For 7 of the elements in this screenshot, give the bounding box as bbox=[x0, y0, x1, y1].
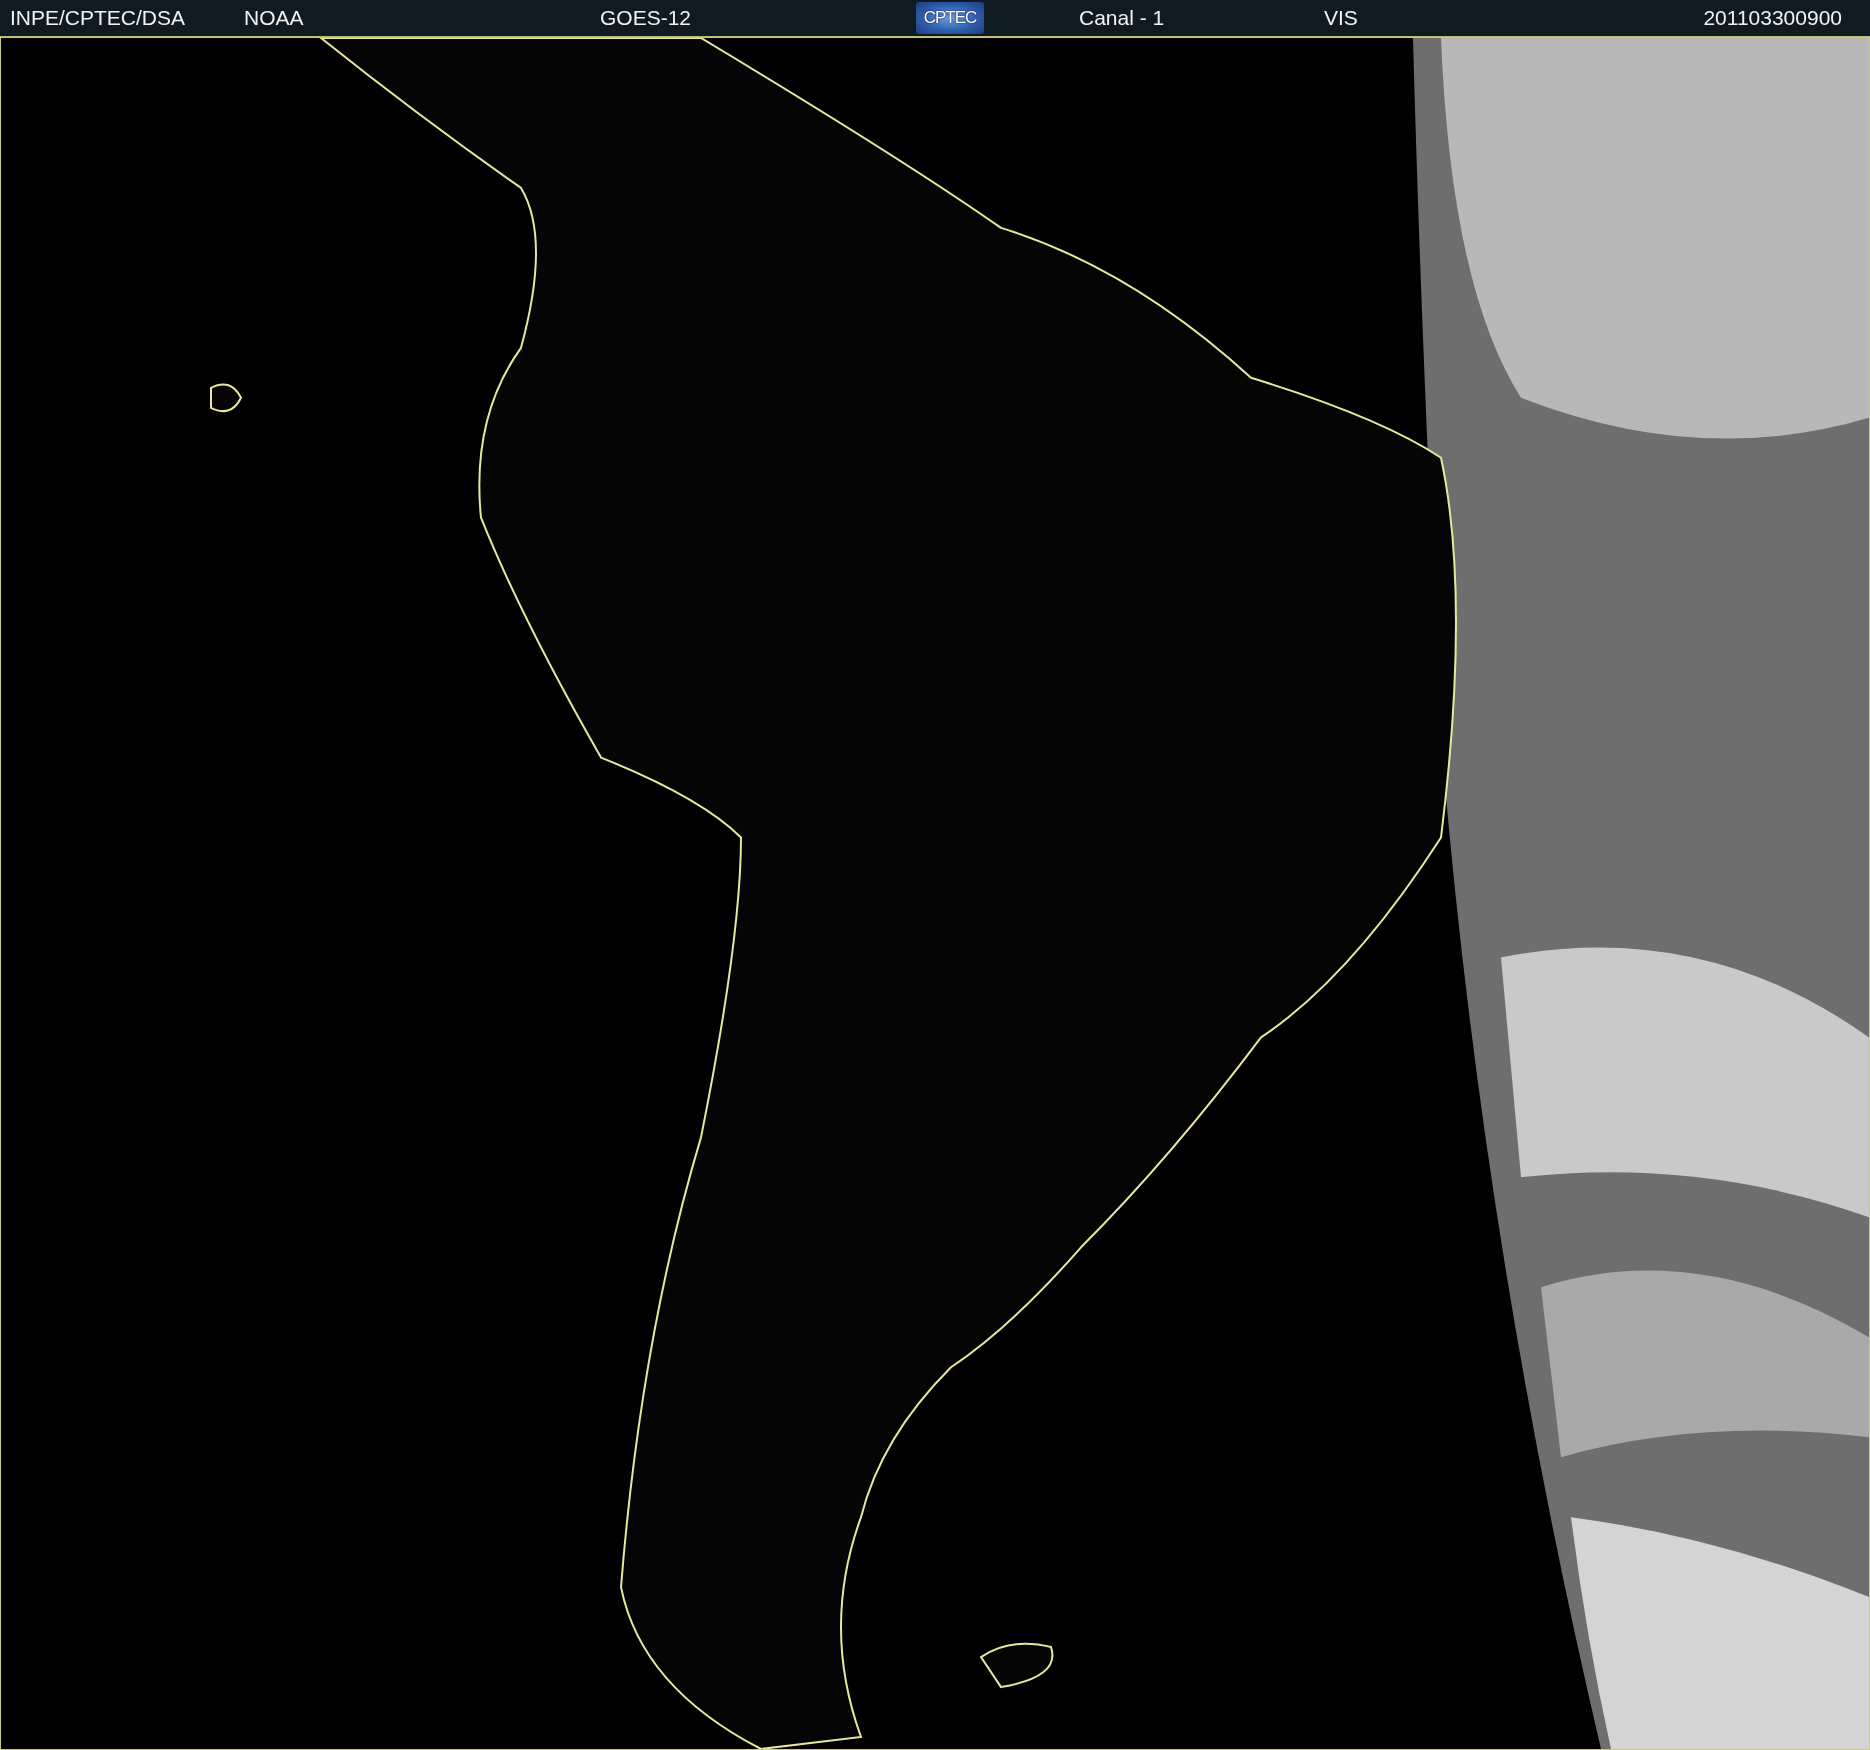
header-label: GOES-12 bbox=[600, 6, 692, 30]
header-label: 201103300900 bbox=[1703, 6, 1842, 30]
header-label: Canal - 1 bbox=[1079, 6, 1165, 30]
logo: CPTEC bbox=[916, 2, 984, 34]
header-label: VIS bbox=[1324, 6, 1358, 30]
header-label: NOAA bbox=[244, 6, 304, 30]
header-label: INPE/CPTEC/DSA bbox=[10, 6, 186, 30]
